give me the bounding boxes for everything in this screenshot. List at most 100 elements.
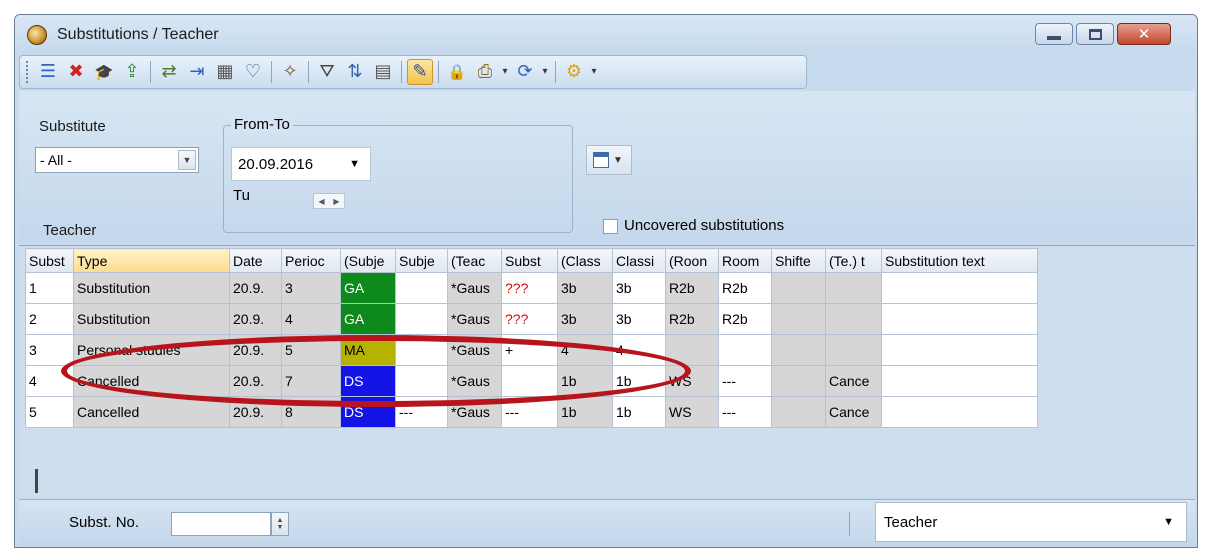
sort-button[interactable]: ⇅	[342, 59, 368, 85]
cell[interactable]: 1b	[612, 396, 666, 428]
cell[interactable]	[771, 396, 826, 428]
substitute-select[interactable]: - All - ▼	[35, 147, 199, 173]
column-header[interactable]: (Class	[557, 248, 613, 273]
cell[interactable]: 4	[281, 303, 341, 335]
cell[interactable]	[771, 365, 826, 397]
cell[interactable]: 5	[25, 396, 74, 428]
cell[interactable]: Substitution	[73, 272, 230, 304]
column-header[interactable]: Room	[718, 248, 772, 273]
teacher-button[interactable]: 🎓	[91, 59, 117, 85]
column-header[interactable]: Substitution text	[881, 248, 1038, 273]
cell[interactable]: ???	[501, 272, 558, 304]
cell[interactable]: 3b	[612, 303, 666, 335]
settings-button[interactable]: ⚙	[561, 59, 587, 85]
edit-button[interactable]: ✎	[407, 59, 433, 85]
grid-settings-button[interactable]: ▤	[370, 59, 396, 85]
chevron-down-icon[interactable]: ▼	[178, 150, 196, 170]
table-row[interactable]: 2 Substitution 20.9. 4 GA *Gaus ??? 3b 3…	[25, 303, 1038, 335]
cell[interactable]: GA	[340, 303, 396, 335]
uncovered-checkbox[interactable]	[603, 219, 618, 234]
column-header[interactable]: Subje	[395, 248, 448, 273]
cell[interactable]: 20.9.	[229, 272, 282, 304]
cell[interactable]: 20.9.	[229, 303, 282, 335]
view-select[interactable]: Teacher ▼	[875, 502, 1187, 542]
column-header[interactable]: Type	[73, 248, 230, 273]
cell[interactable]: 3b	[557, 272, 613, 304]
chevron-down-icon[interactable]: ▼	[349, 158, 360, 170]
date-input[interactable]: 20.09.2016 ▼	[231, 147, 371, 181]
cell[interactable]	[395, 272, 448, 304]
delete-button[interactable]: ✖	[63, 59, 89, 85]
column-header[interactable]: Subst	[501, 248, 558, 273]
cell[interactable]	[881, 365, 1038, 397]
cell[interactable]: 1b	[557, 396, 613, 428]
column-header[interactable]: (Teac	[447, 248, 502, 273]
column-header[interactable]: Date	[229, 248, 282, 273]
cell[interactable]	[881, 396, 1038, 428]
column-header[interactable]: (Te.) t	[825, 248, 882, 273]
cell[interactable]	[771, 272, 826, 304]
column-header[interactable]: (Roon	[665, 248, 719, 273]
import-button[interactable]: ⇪	[119, 59, 145, 85]
cell[interactable]	[881, 303, 1038, 335]
cell[interactable]	[718, 334, 772, 366]
calculator-button[interactable]: ▦	[212, 59, 238, 85]
wand-button[interactable]: ✧	[277, 59, 303, 85]
subst-no-spinner[interactable]: ▲ ▼	[271, 512, 289, 536]
cell[interactable]: R2b	[665, 272, 719, 304]
prev-day-icon[interactable]: ◀	[318, 197, 324, 206]
column-header[interactable]: Subst	[25, 248, 74, 273]
column-header[interactable]: Classi	[612, 248, 666, 273]
cell[interactable]: GA	[340, 272, 396, 304]
print-dropdown[interactable]: ▾	[500, 59, 510, 85]
stethoscope-button[interactable]: ♡	[240, 59, 266, 85]
subst-no-input[interactable]	[171, 512, 271, 536]
cell[interactable]	[825, 303, 882, 335]
column-header[interactable]: (Subje	[340, 248, 396, 273]
spin-down-icon[interactable]: ▼	[277, 524, 284, 531]
column-header[interactable]: Perioc	[281, 248, 341, 273]
cell[interactable]: ???	[501, 303, 558, 335]
chevron-down-icon[interactable]: ▼	[1163, 516, 1174, 528]
cell[interactable]: WS	[665, 396, 719, 428]
cell[interactable]: R2b	[665, 303, 719, 335]
cell[interactable]: ---	[718, 396, 772, 428]
cell[interactable]: Substitution	[73, 303, 230, 335]
cell[interactable]: 1	[25, 272, 74, 304]
maximize-button[interactable]	[1076, 23, 1114, 45]
cell[interactable]: R2b	[718, 272, 772, 304]
column-header[interactable]: Shifte	[771, 248, 826, 273]
filter-button[interactable]: ⛛	[314, 59, 340, 85]
next-day-icon[interactable]: ▶	[333, 197, 339, 206]
cell[interactable]: Cance	[825, 396, 882, 428]
toolbar-grip[interactable]	[26, 61, 30, 83]
cell[interactable]: ---	[718, 365, 772, 397]
cell[interactable]	[825, 272, 882, 304]
cell[interactable]: 3	[281, 272, 341, 304]
cell[interactable]	[881, 334, 1038, 366]
refresh-dropdown[interactable]: ▾	[540, 59, 550, 85]
cell[interactable]: R2b	[718, 303, 772, 335]
lock-button[interactable]: 🔒	[444, 59, 470, 85]
cell[interactable]	[771, 303, 826, 335]
spin-up-icon[interactable]: ▲	[277, 517, 284, 524]
minimize-button[interactable]	[1035, 23, 1073, 45]
swap-button[interactable]: ⇄	[156, 59, 182, 85]
close-button[interactable]: ✕	[1117, 23, 1171, 45]
cell[interactable]	[771, 334, 826, 366]
cell[interactable]: 3	[25, 334, 74, 366]
cell[interactable]: *Gaus	[447, 272, 502, 304]
cell[interactable]: 3b	[612, 272, 666, 304]
toolbar-overflow[interactable]: ▾	[589, 59, 599, 85]
cell[interactable]: Cance	[825, 365, 882, 397]
table-row[interactable]: 1 Substitution 20.9. 3 GA *Gaus ??? 3b 3…	[25, 272, 1038, 304]
refresh-button[interactable]: ⟳	[512, 59, 538, 85]
cell[interactable]: *Gaus	[447, 303, 502, 335]
cell[interactable]	[395, 303, 448, 335]
list-button[interactable]: ☰	[35, 59, 61, 85]
day-navigator[interactable]: ◀ ▶	[313, 193, 345, 209]
cell[interactable]	[825, 334, 882, 366]
cell[interactable]	[881, 272, 1038, 304]
assign-button[interactable]: ⇥	[184, 59, 210, 85]
cell[interactable]: 3b	[557, 303, 613, 335]
